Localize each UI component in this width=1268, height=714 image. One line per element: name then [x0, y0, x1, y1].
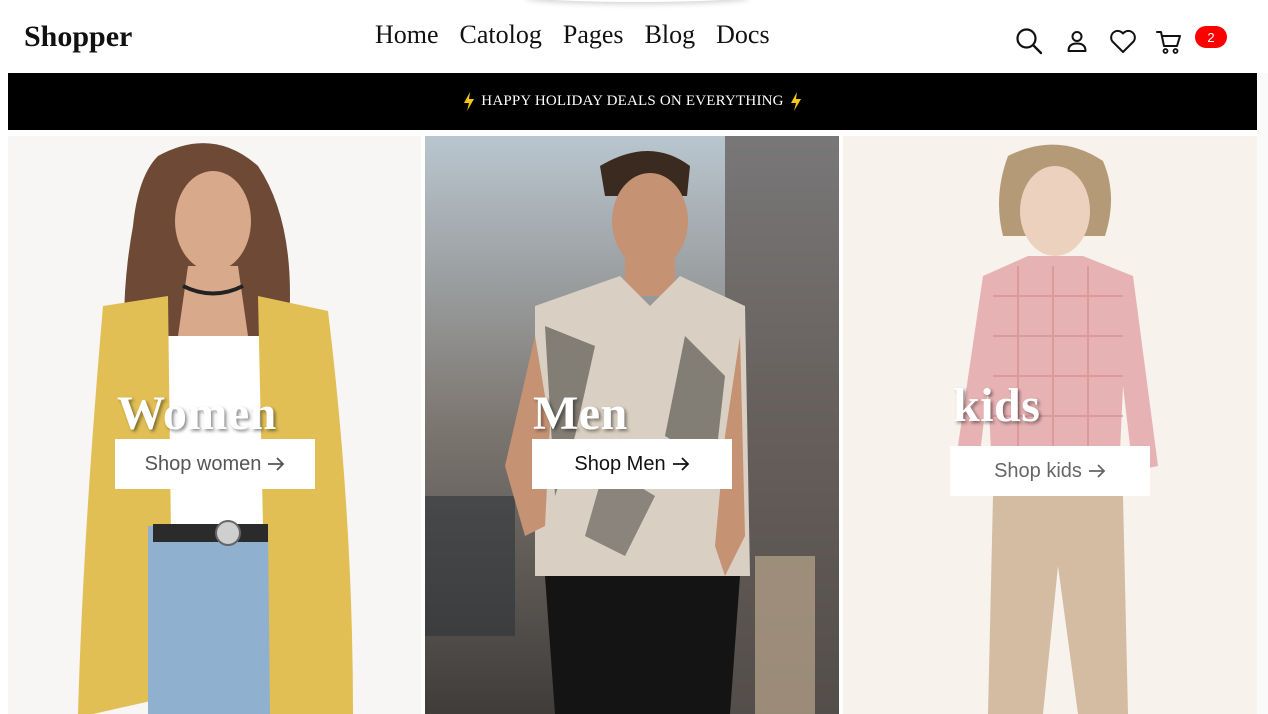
cart-count-badge: 2 — [1195, 26, 1227, 48]
cart-icon[interactable] — [1154, 26, 1184, 56]
arrow-right-icon — [1088, 464, 1106, 478]
main-nav: Home Catolog Pages Blog Docs — [375, 22, 770, 48]
category-title-men: Men — [533, 387, 628, 440]
lightning-bolt-icon — [790, 92, 801, 111]
shop-men-label: Shop Men — [574, 452, 666, 475]
shop-kids-button[interactable]: Shop kids — [950, 446, 1150, 496]
nav-catalog[interactable]: Catolog — [460, 22, 542, 48]
shop-men-button[interactable]: Shop Men — [532, 439, 732, 489]
category-title-kids: kids — [953, 379, 1041, 432]
shop-women-button[interactable]: Shop women — [115, 439, 315, 489]
heart-icon[interactable] — [1108, 26, 1138, 56]
promo-bar: HAPPY HOLIDAY DEALS ON EVERYTHING — [8, 73, 1257, 130]
user-icon[interactable] — [1062, 26, 1092, 56]
search-icon[interactable] — [1014, 26, 1044, 56]
nav-pages[interactable]: Pages — [563, 22, 624, 48]
arrow-right-icon — [672, 457, 689, 471]
right-scroll-gutter — [1257, 73, 1268, 714]
header-shadow — [525, 0, 750, 2]
nav-docs[interactable]: Docs — [716, 22, 769, 48]
category-card-women[interactable]: Women Shop women — [8, 136, 421, 714]
lightning-bolt-icon — [464, 92, 475, 111]
arrow-right-icon — [268, 457, 285, 471]
nav-home[interactable]: Home — [375, 22, 439, 48]
category-title-women: Women — [117, 387, 277, 440]
men-model-image — [425, 136, 839, 714]
kids-model-image — [843, 136, 1257, 714]
shop-kids-label: Shop kids — [994, 459, 1082, 482]
nav-blog[interactable]: Blog — [645, 22, 696, 48]
shop-women-label: Shop women — [144, 452, 262, 475]
site-header: Shopper Home Catolog Pages Blog Docs 2 — [0, 0, 1268, 73]
site-logo[interactable]: Shopper — [24, 22, 132, 52]
category-card-men[interactable]: Men Shop Men — [425, 136, 839, 714]
category-card-kids[interactable]: kids Shop kids — [843, 136, 1257, 714]
promo-text: HAPPY HOLIDAY DEALS ON EVERYTHING — [481, 93, 784, 109]
